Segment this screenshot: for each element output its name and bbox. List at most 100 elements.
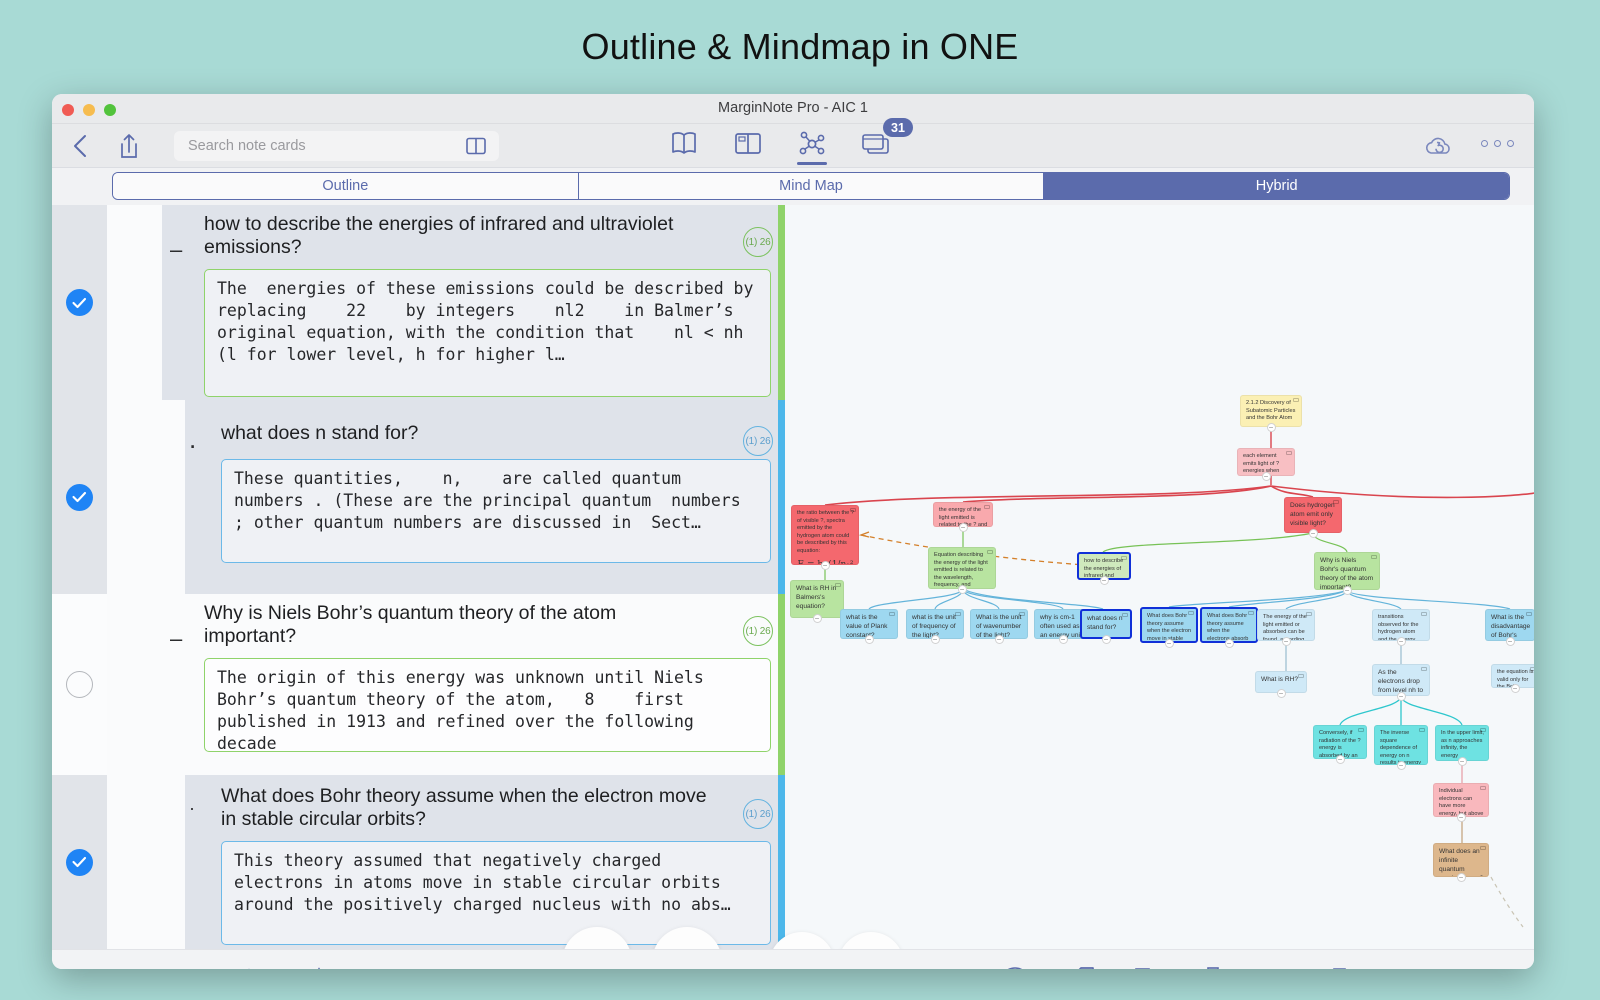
row-checkbox[interactable] bbox=[66, 671, 93, 698]
node-handle-icon[interactable] bbox=[955, 612, 961, 616]
node-handle-icon[interactable] bbox=[1371, 555, 1377, 559]
tab-hybrid[interactable]: Hybrid bbox=[1044, 173, 1509, 199]
node-collapse-toggle[interactable]: − bbox=[995, 635, 1004, 644]
more-options-icon[interactable] bbox=[1481, 140, 1514, 147]
node-handle-icon[interactable] bbox=[1306, 612, 1312, 616]
node-collapse-toggle[interactable]: − bbox=[1165, 639, 1174, 648]
node-handle-icon[interactable] bbox=[889, 612, 895, 616]
node-handle-icon[interactable] bbox=[850, 508, 856, 512]
node-collapse-toggle[interactable]: − bbox=[1397, 761, 1406, 770]
node-handle-icon[interactable] bbox=[1286, 451, 1292, 455]
mindmap-pane[interactable]: 2.1.2 Discovery of Subatomic Particles a… bbox=[785, 205, 1534, 949]
mindmap-node[interactable]: The inverse square dependence of energy … bbox=[1374, 725, 1428, 765]
notebook-stack-icon[interactable]: 31 bbox=[859, 127, 893, 161]
node-handle-icon[interactable] bbox=[1358, 728, 1364, 732]
import-icon[interactable] bbox=[356, 963, 390, 970]
node-collapse-toggle[interactable]: − bbox=[1458, 757, 1467, 766]
undo-icon[interactable] bbox=[108, 963, 142, 970]
node-collapse-toggle[interactable]: − bbox=[1225, 639, 1234, 648]
mindmap-node[interactable]: What is RH in Balmers's equation? bbox=[790, 580, 844, 618]
collapse-toggle[interactable]: – bbox=[170, 628, 182, 650]
tab-mind-map[interactable]: Mind Map bbox=[579, 173, 1045, 199]
node-handle-icon[interactable] bbox=[1421, 612, 1427, 616]
node-handle-icon[interactable] bbox=[1019, 612, 1025, 616]
node-handle-icon[interactable] bbox=[1421, 667, 1427, 671]
row-card-area[interactable]: . what does n stand for? These quantitie… bbox=[185, 400, 785, 594]
hierarchy-icon[interactable] bbox=[1196, 963, 1230, 970]
search-box[interactable] bbox=[174, 131, 499, 161]
node-collapse-toggle[interactable]: − bbox=[1100, 576, 1109, 585]
done-button[interactable]: Done bbox=[1460, 968, 1508, 969]
node-collapse-toggle[interactable]: − bbox=[821, 561, 830, 570]
node-handle-icon[interactable] bbox=[1333, 500, 1339, 504]
search-input[interactable] bbox=[174, 138, 444, 154]
row-checkbox[interactable] bbox=[66, 484, 93, 511]
node-collapse-toggle[interactable]: − bbox=[1511, 684, 1520, 693]
mindmap-node[interactable]: Conversely, if radiation of the ? energy… bbox=[1313, 725, 1367, 759]
mindmap-node[interactable]: What does Bohr theory assume when the el… bbox=[1140, 607, 1198, 643]
row-card-area[interactable]: – Why is Niels Bohr’s quantum theory of … bbox=[162, 594, 785, 775]
node-collapse-toggle[interactable]: − bbox=[1309, 529, 1318, 538]
node-collapse-toggle[interactable]: − bbox=[1457, 873, 1466, 882]
node-handle-icon[interactable] bbox=[1122, 613, 1128, 617]
outline-row[interactable]: – how to describe the energies of infrar… bbox=[52, 205, 785, 400]
tab-outline[interactable]: Outline bbox=[113, 173, 579, 199]
row-checkbox-cell[interactable] bbox=[52, 775, 107, 949]
mindmap-icon[interactable] bbox=[795, 127, 829, 161]
row-checkbox[interactable] bbox=[66, 289, 93, 316]
node-handle-icon[interactable] bbox=[1530, 667, 1534, 671]
row-checkbox-cell[interactable] bbox=[52, 594, 107, 775]
settings-gears-icon[interactable] bbox=[294, 963, 328, 970]
node-handle-icon[interactable] bbox=[984, 505, 990, 509]
node-handle-icon[interactable] bbox=[1480, 786, 1486, 790]
back-chevron-icon[interactable] bbox=[66, 130, 96, 162]
node-collapse-toggle[interactable]: − bbox=[865, 635, 874, 644]
mindmap-node[interactable]: What does an infinite quantum number mea… bbox=[1433, 843, 1489, 877]
node-collapse-toggle[interactable]: − bbox=[1506, 637, 1515, 646]
share-icon[interactable] bbox=[114, 130, 144, 162]
copy-icon[interactable] bbox=[1328, 963, 1362, 970]
node-collapse-toggle[interactable]: − bbox=[931, 635, 940, 644]
cloud-sync-icon[interactable] bbox=[1422, 130, 1456, 162]
mindmap-node[interactable]: Why is Niels Bohr's quantum theory of th… bbox=[1314, 552, 1380, 590]
link-icon[interactable] bbox=[1262, 963, 1296, 970]
node-handle-icon[interactable] bbox=[987, 550, 993, 554]
row-checkbox[interactable] bbox=[66, 849, 93, 876]
node-collapse-toggle[interactable]: − bbox=[1277, 689, 1286, 698]
node-collapse-toggle[interactable]: − bbox=[1102, 635, 1111, 644]
merge-icon[interactable] bbox=[1130, 963, 1164, 970]
outline-pane[interactable]: – how to describe the energies of infrar… bbox=[52, 205, 785, 949]
mindmap-node[interactable]: In the upper limit, as n approaches infi… bbox=[1435, 725, 1489, 761]
node-collapse-toggle[interactable]: − bbox=[1282, 637, 1291, 646]
row-card-area[interactable]: – how to describe the energies of infrar… bbox=[162, 205, 785, 400]
book-split-icon[interactable] bbox=[465, 136, 487, 156]
node-handle-icon[interactable] bbox=[1480, 728, 1486, 732]
row-checkbox-cell[interactable] bbox=[52, 205, 107, 400]
node-collapse-toggle[interactable]: − bbox=[1343, 586, 1352, 595]
node-collapse-toggle[interactable]: − bbox=[1457, 813, 1466, 822]
tag-icon[interactable] bbox=[1064, 963, 1098, 970]
node-collapse-toggle[interactable]: − bbox=[959, 523, 968, 532]
split-view-icon[interactable] bbox=[731, 127, 765, 161]
mindmap-node[interactable]: Equation describing the energy of the li… bbox=[928, 547, 996, 589]
collapse-toggle[interactable]: – bbox=[170, 239, 182, 261]
node-collapse-toggle[interactable]: − bbox=[958, 585, 967, 594]
node-handle-icon[interactable] bbox=[1526, 612, 1532, 616]
node-collapse-toggle[interactable]: − bbox=[1267, 423, 1276, 432]
node-collapse-toggle[interactable]: − bbox=[1059, 635, 1068, 644]
node-collapse-toggle[interactable]: − bbox=[1397, 692, 1406, 701]
node-handle-icon[interactable] bbox=[1293, 398, 1299, 402]
row-card-area[interactable]: · What does Bohr theory assume when the … bbox=[185, 775, 785, 949]
mindmap-node[interactable]: Does hydrogen atom emit only visible lig… bbox=[1284, 497, 1342, 533]
node-handle-icon[interactable] bbox=[1248, 611, 1254, 615]
node-collapse-toggle[interactable]: − bbox=[1262, 472, 1271, 481]
trash-icon[interactable] bbox=[1394, 963, 1428, 970]
row-checkbox-cell[interactable] bbox=[52, 400, 107, 594]
node-handle-icon[interactable] bbox=[1121, 556, 1127, 560]
mindmap-node[interactable]: What does Bohr theory assume when the el… bbox=[1200, 607, 1258, 643]
node-collapse-toggle[interactable]: − bbox=[1336, 755, 1345, 764]
node-collapse-toggle[interactable]: − bbox=[813, 614, 822, 623]
node-handle-icon[interactable] bbox=[1298, 674, 1304, 678]
outline-row[interactable]: – Why is Niels Bohr’s quantum theory of … bbox=[52, 594, 785, 775]
node-handle-icon[interactable] bbox=[1188, 611, 1194, 615]
